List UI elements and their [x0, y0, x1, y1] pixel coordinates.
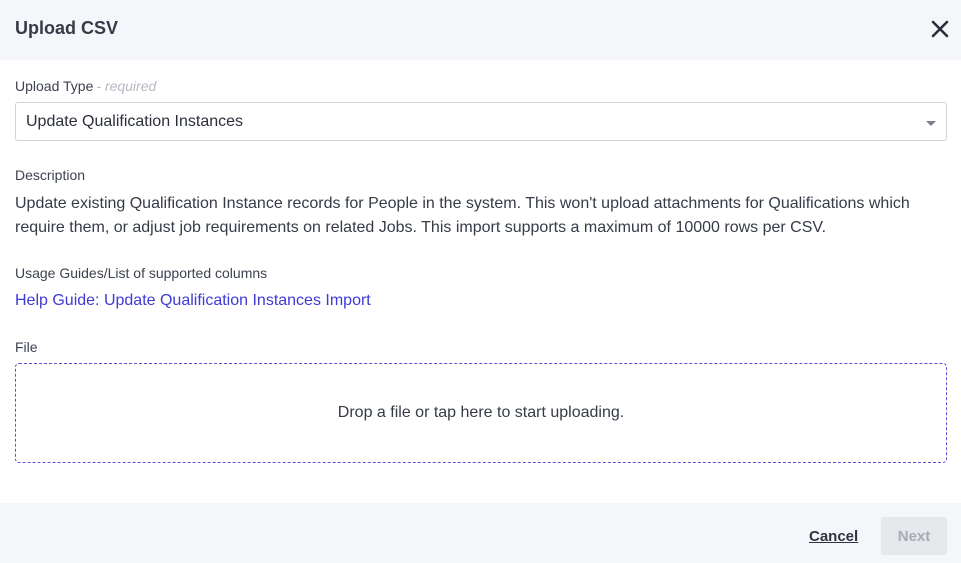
- dialog-footer: Cancel Next: [0, 503, 961, 563]
- next-button[interactable]: Next: [881, 517, 947, 555]
- close-button[interactable]: [930, 19, 950, 39]
- cancel-button[interactable]: Cancel: [809, 528, 858, 545]
- file-label: File: [15, 339, 38, 355]
- upload-type-label: Upload Type - required: [15, 78, 156, 94]
- description-label: Description: [15, 167, 86, 183]
- close-icon: [931, 20, 949, 38]
- help-guide-link[interactable]: Help Guide: Update Qualification Instanc…: [15, 292, 371, 310]
- upload-csv-dialog: Upload CSV Upload Type - required Update …: [0, 0, 961, 563]
- dropzone-text: Drop a file or tap here to start uploadi…: [337, 404, 625, 421]
- file-dropzone[interactable]: Drop a file or tap here to start uploadi…: [15, 363, 947, 463]
- upload-type-select[interactable]: Update Qualification Instances: [15, 102, 947, 141]
- usage-guides-label: Usage Guides/List of supported columns: [15, 265, 268, 281]
- required-hint: - required: [96, 78, 157, 94]
- upload-type-selected-value: Update Qualification Instances: [26, 113, 244, 130]
- upload-type-label-text: Upload Type: [15, 78, 94, 94]
- dialog-header: Upload CSV: [0, 0, 961, 60]
- chevron-down-icon: [926, 121, 936, 126]
- description-text: Update existing Qualification Instance r…: [15, 195, 910, 236]
- dialog-title: Upload CSV: [15, 18, 119, 38]
